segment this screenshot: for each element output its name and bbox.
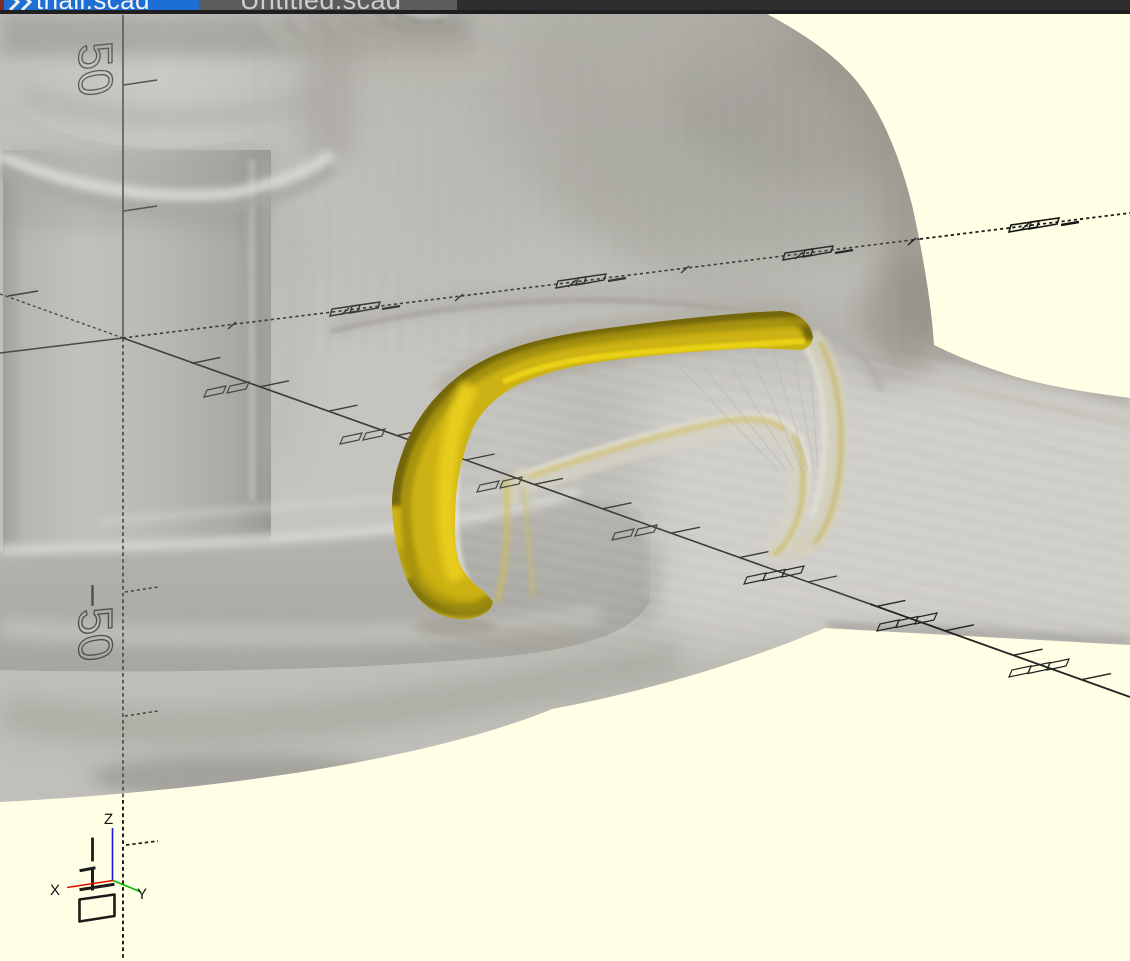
svg-text:50: 50 — [68, 38, 121, 100]
svg-text:X: X — [50, 882, 60, 899]
svg-text:Y: Y — [137, 886, 147, 903]
svg-text:Z: Z — [104, 811, 113, 828]
svg-text:50: 50 — [68, 603, 121, 665]
